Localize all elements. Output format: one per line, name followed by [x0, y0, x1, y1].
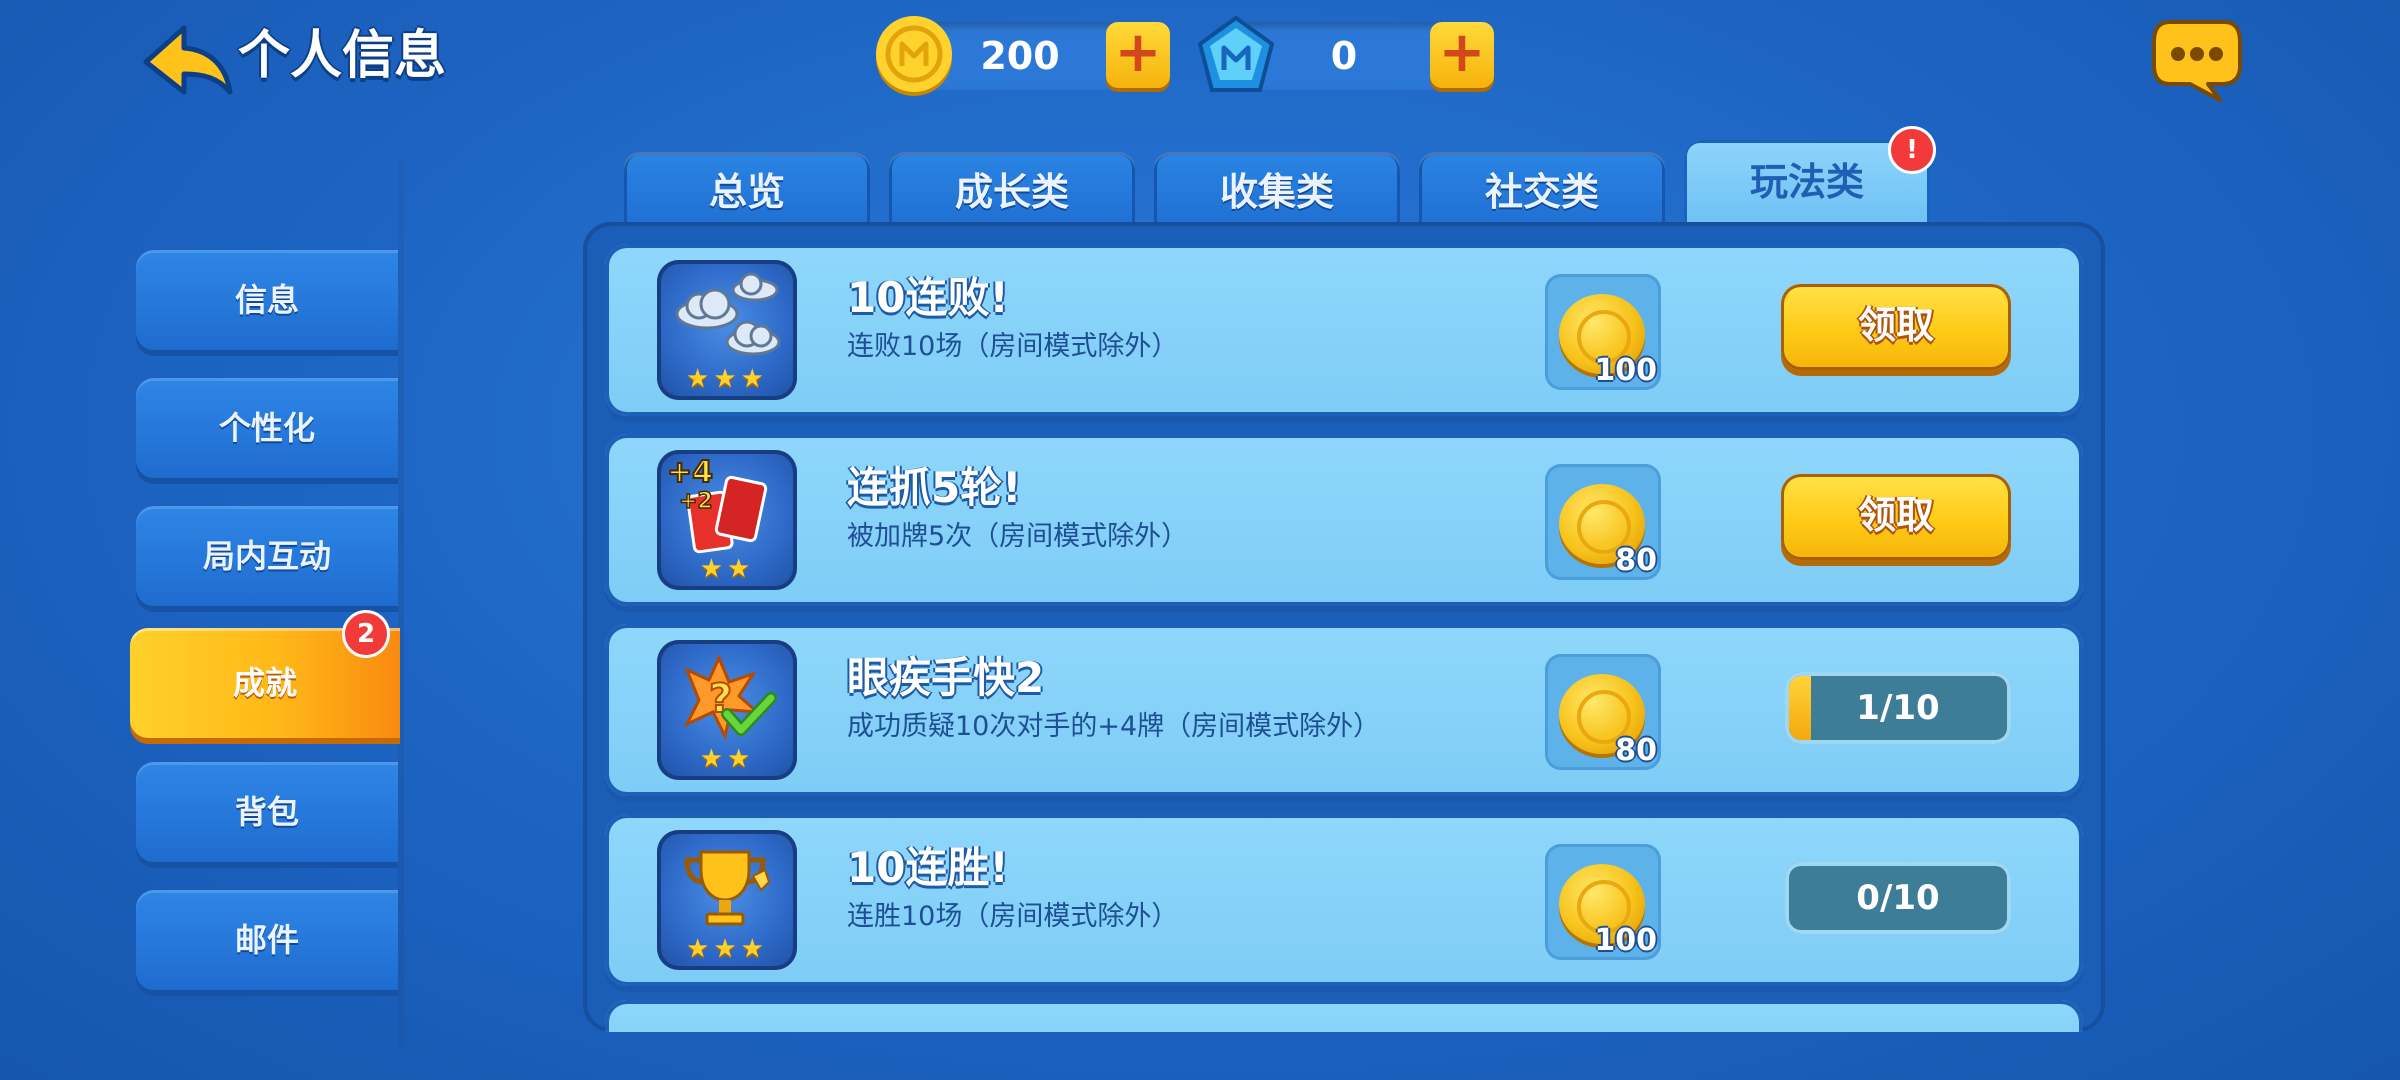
clouds-icon: ★★★: [657, 260, 797, 400]
achievement-description: 被加牌5次（房间模式除外）: [847, 521, 1189, 552]
reward-box: 100: [1545, 274, 1661, 390]
sidebar-item-label: 个性化: [218, 409, 315, 447]
progress-text: 1/10: [1856, 688, 1940, 728]
achievement-title: 连抓5轮!: [847, 463, 1022, 512]
page-title: 个人信息: [238, 26, 447, 86]
svg-text:+4: +4: [667, 455, 713, 490]
sidebar-item-mail[interactable]: 邮件: [136, 890, 398, 990]
progress-text: 0/10: [1856, 878, 1940, 918]
plus-icon: +: [1438, 20, 1486, 85]
claim-button[interactable]: 领取: [1781, 474, 2011, 560]
trophy-icon: ★★★: [657, 830, 797, 970]
achievement-list[interactable]: ★★★ 10连败! 连败10场（房间模式除外） 100 领取 +4 +2 ★★ …: [583, 222, 2105, 1032]
star-rating: ★★: [699, 554, 755, 584]
achievement-card: ? ★★ 眼疾手快2 成功质疑10次对手的+4牌（房间模式除外） 80 1/10: [605, 624, 2083, 796]
sidebar-item-label: 背包: [234, 793, 299, 831]
achievement-title: 10连胜!: [847, 843, 1009, 892]
tab-gameplay[interactable]: 玩法类 !: [1684, 126, 1936, 226]
sidebar-divider: [398, 158, 404, 1048]
back-arrow-icon: [143, 25, 233, 95]
claim-button-label: 领取: [1857, 493, 1934, 537]
chat-bubble-icon: [2152, 20, 2242, 102]
sidebar-item-achievements[interactable]: 成就 2: [130, 610, 400, 738]
reward-amount: 80: [1615, 733, 1657, 768]
sidebar-item-label: 信息: [234, 281, 299, 319]
claim-button-label: 领取: [1857, 303, 1934, 347]
tab-label: 社交类: [1484, 170, 1599, 214]
progress-bar: 0/10: [1785, 862, 2011, 934]
achievement-description: 连胜10场（房间模式除外）: [847, 901, 1179, 932]
sidebar-item-interaction[interactable]: 局内互动: [136, 506, 398, 606]
tab-overview[interactable]: 总览: [624, 152, 870, 226]
sidebar-item-info[interactable]: 信息: [136, 250, 398, 350]
uno-diamond-icon: [1194, 14, 1278, 98]
achievement-description: 连败10场（房间模式除外）: [847, 331, 1179, 362]
gem-value: 0: [1330, 34, 1358, 78]
svg-text:+2: +2: [679, 489, 713, 514]
add-gems-button[interactable]: +: [1430, 22, 1494, 88]
challenge-icon: ? ★★: [657, 640, 797, 780]
achievement-card: ★★★ 10连败! 连败10场（房间模式除外） 100 领取: [605, 244, 2083, 416]
progress-bar: 1/10: [1785, 672, 2011, 744]
star-rating: ★★★: [686, 934, 768, 964]
reward-amount: 80: [1615, 543, 1657, 578]
achievement-card: ★★★ 10连胜! 连胜10场（房间模式除外） 100 0/10: [605, 814, 2083, 986]
uno-coin-icon: [872, 14, 956, 98]
reward-amount: 100: [1594, 923, 1657, 958]
draw-cards-icon: +4 +2 ★★: [657, 450, 797, 590]
tab-label: 成长类: [954, 170, 1069, 214]
achievement-card: +4 +2 ★★ 连抓5轮! 被加牌5次（房间模式除外） 80 领取: [605, 434, 2083, 606]
star-rating: ★★: [699, 744, 755, 774]
achievement-title: 10连败!: [847, 273, 1009, 322]
sidebar-item-label: 局内互动: [202, 537, 331, 575]
sidebar-item-backpack[interactable]: 背包: [136, 762, 398, 862]
back-button[interactable]: [140, 22, 236, 98]
achievement-title: 眼疾手快2: [847, 653, 1045, 702]
alert-badge: !: [1888, 126, 1936, 174]
tab-growth[interactable]: 成长类: [889, 152, 1135, 226]
reward-box: 100: [1545, 844, 1661, 960]
achievement-description: 成功质疑10次对手的+4牌（房间模式除外）: [847, 711, 1381, 742]
chat-button[interactable]: [2150, 14, 2244, 104]
tab-collection[interactable]: 收集类: [1154, 152, 1400, 226]
tab-label: 总览: [708, 170, 785, 214]
achievement-card-partial: [605, 1000, 2083, 1032]
reward-box: 80: [1545, 464, 1661, 580]
sidebar-item-personalize[interactable]: 个性化: [136, 378, 398, 478]
reward-amount: 100: [1594, 353, 1657, 388]
reward-box: 80: [1545, 654, 1661, 770]
tab-social[interactable]: 社交类: [1419, 152, 1665, 226]
notification-badge: 2: [342, 610, 390, 658]
claim-button[interactable]: 领取: [1781, 284, 2011, 370]
coin-value: 200: [980, 34, 1060, 78]
sidebar-item-label: 邮件: [234, 921, 299, 959]
add-coins-button[interactable]: +: [1106, 22, 1170, 88]
star-rating: ★★★: [686, 364, 768, 394]
tab-label: 收集类: [1219, 170, 1334, 214]
plus-icon: +: [1114, 20, 1162, 85]
